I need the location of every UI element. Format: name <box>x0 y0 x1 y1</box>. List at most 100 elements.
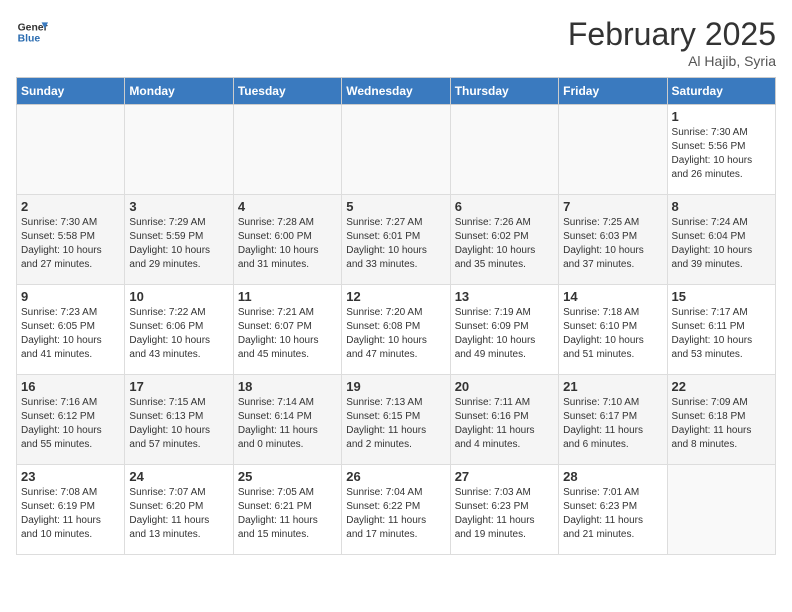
table-row: 25Sunrise: 7:05 AM Sunset: 6:21 PM Dayli… <box>233 465 341 555</box>
day-info: Sunrise: 7:22 AM Sunset: 6:06 PM Dayligh… <box>129 306 228 362</box>
day-number: 28 <box>563 469 662 484</box>
col-friday: Friday <box>559 78 667 105</box>
table-row: 22 Sunrise: 7:09 AM Sunset: 6:18 PM Dayli… <box>667 375 775 465</box>
col-tuesday: Tuesday <box>233 78 341 105</box>
calendar-week-row: 9Sunrise: 7:23 AM Sunset: 6:05 PM Daylig… <box>17 285 776 375</box>
day-number: 15 <box>672 289 771 304</box>
table-row: 21 Sunrise: 7:10 AM Sunset: 6:17 PM Dayli… <box>559 375 667 465</box>
day-number: 10 <box>129 289 228 304</box>
calendar-week-row: 1 Sunrise: 7:30 AM Sunset: 5:56 PM Daylig… <box>17 105 776 195</box>
day-info: Sunrise: 7:04 AM Sunset: 6:22 PM Dayligh… <box>346 486 445 542</box>
table-row: 28 Sunrise: 7:01 AM Sunset: 6:23 PM Dayli… <box>559 465 667 555</box>
day-info: Sunrise: 7:08 AM Sunset: 6:19 PM Dayligh… <box>21 486 120 542</box>
logo: General Blue <box>16 16 48 48</box>
day-info: Sunrise: 7:13 AM Sunset: 6:15 PM Dayligh… <box>346 396 445 452</box>
day-number: 24 <box>129 469 228 484</box>
day-number: 18 <box>238 379 337 394</box>
col-thursday: Thursday <box>450 78 558 105</box>
day-number: 8 <box>672 199 771 214</box>
table-row: 19 Sunrise: 7:13 AM Sunset: 6:15 PM Dayli… <box>342 375 450 465</box>
col-wednesday: Wednesday <box>342 78 450 105</box>
day-info: Sunrise: 7:20 AM Sunset: 6:08 PM Dayligh… <box>346 306 445 362</box>
table-row: 10 Sunrise: 7:22 AM Sunset: 6:06 PM Dayli… <box>125 285 233 375</box>
svg-text:Blue: Blue <box>18 34 41 45</box>
logo-icon: General Blue <box>16 16 48 48</box>
day-info: Sunrise: 7:11 AM Sunset: 6:16 PM Dayligh… <box>455 396 554 452</box>
day-number: 13 <box>455 289 554 304</box>
table-row <box>667 465 775 555</box>
table-row: 27 Sunrise: 7:03 AM Sunset: 6:23 PM Dayli… <box>450 465 558 555</box>
day-number: 21 <box>563 379 662 394</box>
day-info: Sunrise: 7:30 AM Sunset: 5:58 PM Dayligh… <box>21 216 120 272</box>
table-row: 3 Sunrise: 7:29 AM Sunset: 5:59 PM Daylig… <box>125 195 233 285</box>
calendar-table: Sunday Monday Tuesday Wednesday Thursday… <box>16 77 776 555</box>
table-row: 5 Sunrise: 7:27 AM Sunset: 6:01 PM Daylig… <box>342 195 450 285</box>
calendar-week-row: 16 Sunrise: 7:16 AM Sunset: 6:12 PM Dayli… <box>17 375 776 465</box>
day-info: Sunrise: 7:17 AM Sunset: 6:11 PM Dayligh… <box>672 306 771 362</box>
table-row <box>125 105 233 195</box>
day-number: 1 <box>672 109 771 124</box>
day-info: Sunrise: 7:19 AM Sunset: 6:09 PM Dayligh… <box>455 306 554 362</box>
day-number: 22 <box>672 379 771 394</box>
day-number: 14 <box>563 289 662 304</box>
day-info: Sunrise: 7:30 AM Sunset: 5:56 PM Dayligh… <box>672 126 771 182</box>
table-row: 2 Sunrise: 7:30 AM Sunset: 5:58 PM Daylig… <box>17 195 125 285</box>
day-number: 12 <box>346 289 445 304</box>
day-info: Sunrise: 7:28 AM Sunset: 6:00 PM Dayligh… <box>238 216 337 272</box>
table-row: 12 Sunrise: 7:20 AM Sunset: 6:08 PM Dayli… <box>342 285 450 375</box>
day-number: 25 <box>238 469 337 484</box>
day-number: 27 <box>455 469 554 484</box>
table-row: 11Sunrise: 7:21 AM Sunset: 6:07 PM Dayli… <box>233 285 341 375</box>
day-info: Sunrise: 7:09 AM Sunset: 6:18 PM Dayligh… <box>672 396 771 452</box>
day-number: 6 <box>455 199 554 214</box>
day-info: Sunrise: 7:26 AM Sunset: 6:02 PM Dayligh… <box>455 216 554 272</box>
calendar-week-row: 23Sunrise: 7:08 AM Sunset: 6:19 PM Dayli… <box>17 465 776 555</box>
calendar-title: February 2025 <box>568 16 776 53</box>
day-info: Sunrise: 7:15 AM Sunset: 6:13 PM Dayligh… <box>129 396 228 452</box>
table-row: 17 Sunrise: 7:15 AM Sunset: 6:13 PM Dayli… <box>125 375 233 465</box>
table-row: 18 Sunrise: 7:14 AM Sunset: 6:14 PM Dayli… <box>233 375 341 465</box>
col-sunday: Sunday <box>17 78 125 105</box>
calendar-header-row: Sunday Monday Tuesday Wednesday Thursday… <box>17 78 776 105</box>
col-saturday: Saturday <box>667 78 775 105</box>
day-info: Sunrise: 7:07 AM Sunset: 6:20 PM Dayligh… <box>129 486 228 542</box>
table-row <box>17 105 125 195</box>
table-row: 8 Sunrise: 7:24 AM Sunset: 6:04 PM Daylig… <box>667 195 775 285</box>
day-number: 2 <box>21 199 120 214</box>
day-info: Sunrise: 7:03 AM Sunset: 6:23 PM Dayligh… <box>455 486 554 542</box>
day-info: Sunrise: 7:14 AM Sunset: 6:14 PM Dayligh… <box>238 396 337 452</box>
day-number: 5 <box>346 199 445 214</box>
table-row: 26 Sunrise: 7:04 AM Sunset: 6:22 PM Dayli… <box>342 465 450 555</box>
col-monday: Monday <box>125 78 233 105</box>
table-row <box>450 105 558 195</box>
page-header: General Blue February 2025 Al Hajib, Syr… <box>16 16 776 69</box>
day-number: 3 <box>129 199 228 214</box>
table-row <box>233 105 341 195</box>
day-number: 7 <box>563 199 662 214</box>
day-info: Sunrise: 7:01 AM Sunset: 6:23 PM Dayligh… <box>563 486 662 542</box>
day-info: Sunrise: 7:21 AM Sunset: 6:07 PM Dayligh… <box>238 306 337 362</box>
day-info: Sunrise: 7:16 AM Sunset: 6:12 PM Dayligh… <box>21 396 120 452</box>
day-number: 4 <box>238 199 337 214</box>
table-row: 4 Sunrise: 7:28 AM Sunset: 6:00 PM Daylig… <box>233 195 341 285</box>
calendar-week-row: 2 Sunrise: 7:30 AM Sunset: 5:58 PM Daylig… <box>17 195 776 285</box>
day-number: 19 <box>346 379 445 394</box>
table-row: 16 Sunrise: 7:16 AM Sunset: 6:12 PM Dayli… <box>17 375 125 465</box>
table-row: 6 Sunrise: 7:26 AM Sunset: 6:02 PM Daylig… <box>450 195 558 285</box>
day-info: Sunrise: 7:10 AM Sunset: 6:17 PM Dayligh… <box>563 396 662 452</box>
day-number: 26 <box>346 469 445 484</box>
day-number: 17 <box>129 379 228 394</box>
calendar-subtitle: Al Hajib, Syria <box>568 53 776 69</box>
day-info: Sunrise: 7:29 AM Sunset: 5:59 PM Dayligh… <box>129 216 228 272</box>
day-info: Sunrise: 7:27 AM Sunset: 6:01 PM Dayligh… <box>346 216 445 272</box>
table-row: 1 Sunrise: 7:30 AM Sunset: 5:56 PM Daylig… <box>667 105 775 195</box>
day-info: Sunrise: 7:24 AM Sunset: 6:04 PM Dayligh… <box>672 216 771 272</box>
table-row: 7 Sunrise: 7:25 AM Sunset: 6:03 PM Daylig… <box>559 195 667 285</box>
table-row <box>559 105 667 195</box>
day-number: 9 <box>21 289 120 304</box>
table-row <box>342 105 450 195</box>
day-number: 20 <box>455 379 554 394</box>
day-info: Sunrise: 7:25 AM Sunset: 6:03 PM Dayligh… <box>563 216 662 272</box>
table-row: 13 Sunrise: 7:19 AM Sunset: 6:09 PM Dayli… <box>450 285 558 375</box>
day-number: 16 <box>21 379 120 394</box>
